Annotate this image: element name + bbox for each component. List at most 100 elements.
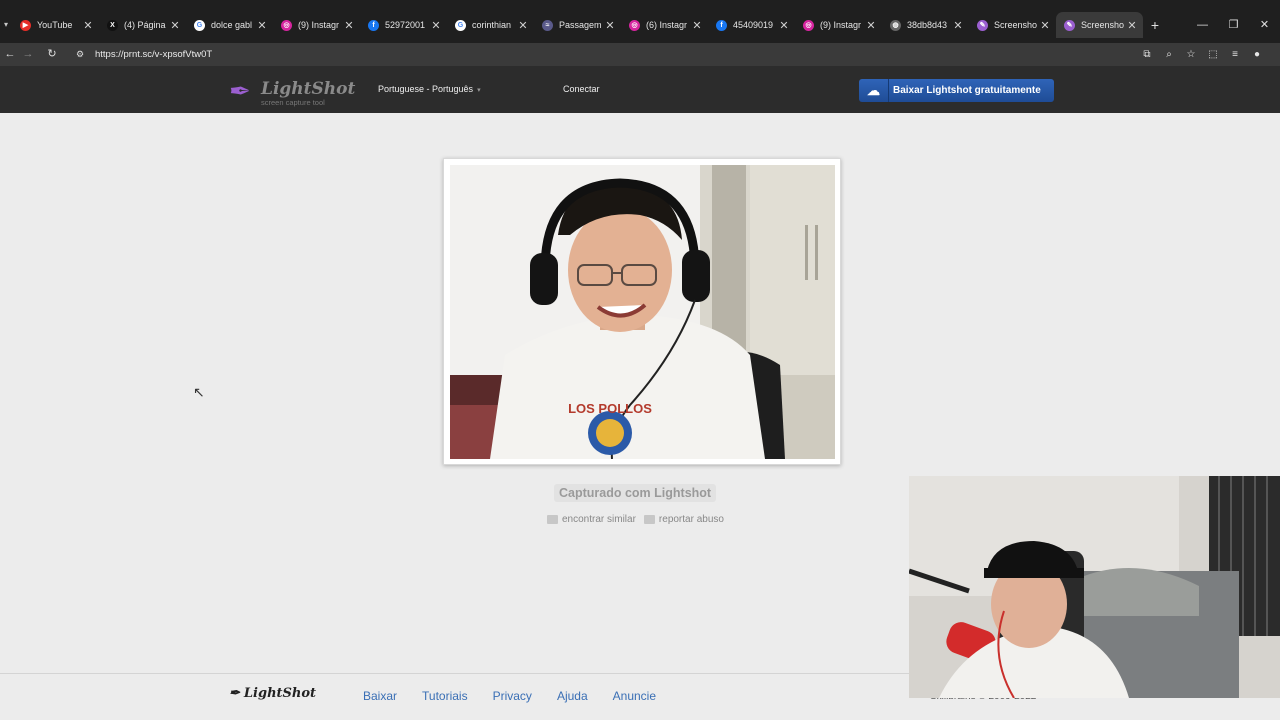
footer-logo-name: LightShot bbox=[243, 686, 317, 701]
footer-links: Baixar Tutoriais Privacy Ajuda Anuncie bbox=[363, 689, 681, 703]
lightshot-icon: ✎ bbox=[1064, 19, 1075, 31]
globe-icon: ◍ bbox=[890, 19, 901, 31]
close-tab-icon[interactable]: ✕ bbox=[690, 19, 704, 32]
tab-title: (9) Instagr bbox=[298, 20, 340, 30]
browser-tab[interactable]: ◍ 38db8d43 ✕ bbox=[882, 12, 969, 38]
close-tab-icon[interactable]: ✕ bbox=[777, 19, 791, 32]
chevron-down-icon: ▾ bbox=[477, 87, 481, 94]
download-cloud-icon: ☁ bbox=[859, 79, 889, 102]
close-tab-icon[interactable]: ✕ bbox=[342, 19, 356, 32]
browser-tab[interactable]: Gcorinthian ✕ bbox=[447, 12, 534, 38]
footer-link-anuncie[interactable]: Anuncie bbox=[613, 689, 656, 703]
instagram-icon: ◎ bbox=[803, 19, 814, 31]
x-icon: X bbox=[107, 19, 118, 31]
tab-title: 45409019 bbox=[733, 20, 774, 30]
youtube-icon: ▶ bbox=[20, 19, 31, 31]
shirt-text: LOS POLLOS bbox=[568, 401, 652, 416]
close-tab-icon[interactable]: ✕ bbox=[603, 19, 617, 32]
browser-tab[interactable]: ◎ (9) Instagr ✕ bbox=[273, 12, 360, 38]
lightshot-logo[interactable]: ✒ LightShot screen capture tool bbox=[229, 76, 355, 107]
footer-link-tutoriais[interactable]: Tutoriais bbox=[422, 689, 468, 703]
tab-title: dolce gabl bbox=[211, 20, 253, 30]
close-tab-icon[interactable]: ✕ bbox=[864, 19, 878, 32]
feather-icon: ✒ bbox=[229, 76, 251, 106]
tab-search-icon[interactable]: ▾ bbox=[0, 12, 12, 38]
capture-caption: Capturado com Lightshot bbox=[554, 484, 717, 502]
browser-tab[interactable]: ✎ Screensho ✕ bbox=[969, 12, 1056, 38]
browser-tab[interactable]: ✎ Screensho ✕ bbox=[1056, 12, 1143, 38]
browser-tab[interactable]: ◎ (6) Instagr ✕ bbox=[621, 12, 708, 38]
find-similar-label: encontrar similar bbox=[562, 514, 636, 525]
image-actions: encontrar similar reportar abuso bbox=[547, 514, 732, 525]
minimize-icon[interactable]: — bbox=[1187, 14, 1218, 36]
tab-title: (9) Instagr bbox=[820, 20, 862, 30]
download-button[interactable]: ☁ Baixar Lightshot gratuitamente bbox=[859, 79, 1054, 102]
instagram-icon: ◎ bbox=[629, 19, 640, 31]
footer-link-baixar[interactable]: Baixar bbox=[363, 689, 397, 703]
install-app-icon[interactable]: ⧉ bbox=[1136, 43, 1158, 66]
tab-title: Passagem bbox=[559, 20, 602, 30]
connect-link[interactable]: Conectar bbox=[563, 84, 600, 94]
flag-icon bbox=[643, 515, 655, 524]
facebook-icon: f bbox=[368, 19, 379, 31]
download-button-label: Baixar Lightshot gratuitamente bbox=[893, 85, 1041, 96]
close-tab-icon[interactable]: ✕ bbox=[1038, 19, 1052, 32]
browser-tab[interactable]: X (4) Página ✕ bbox=[99, 12, 186, 38]
language-label: Portuguese - Português bbox=[378, 84, 474, 94]
forward-icon[interactable]: → bbox=[18, 43, 38, 66]
screenshot-image: LOS POLLOS bbox=[450, 165, 835, 459]
image-search-icon bbox=[547, 515, 558, 524]
feather-icon: ✒ bbox=[229, 686, 240, 701]
close-tab-icon[interactable]: ✕ bbox=[516, 19, 530, 32]
footer-logo[interactable]: ✒ LightShot bbox=[229, 686, 316, 701]
browser-tab[interactable]: Gdolce gabl ✕ bbox=[186, 12, 273, 38]
close-tab-icon[interactable]: ✕ bbox=[168, 19, 182, 32]
reload-icon[interactable]: ↻ bbox=[42, 43, 62, 66]
browser-tab[interactable]: ▶ YouTube ✕ bbox=[12, 12, 99, 38]
tab-title: Screensho bbox=[994, 20, 1038, 30]
close-tab-icon[interactable]: ✕ bbox=[1125, 19, 1139, 32]
profile-icon[interactable]: ● bbox=[1246, 43, 1268, 66]
facebook-icon: f bbox=[716, 19, 727, 31]
report-abuse-link[interactable]: reportar abuso bbox=[643, 514, 724, 525]
restore-icon[interactable]: ❐ bbox=[1218, 14, 1249, 36]
new-tab-icon[interactable]: + bbox=[1143, 12, 1167, 38]
extensions-icon[interactable]: ⬚ bbox=[1202, 43, 1224, 66]
close-tab-icon[interactable]: ✕ bbox=[81, 19, 95, 32]
tab-title: (4) Página bbox=[124, 20, 166, 30]
logo-name: LightShot bbox=[261, 79, 356, 99]
mouse-cursor-icon: ↖ bbox=[193, 384, 205, 400]
zoom-icon[interactable]: ⌕ bbox=[1158, 43, 1180, 66]
address-bar[interactable]: https://prnt.sc/v-xpsofVtw0T bbox=[95, 43, 212, 66]
footer-link-privacy[interactable]: Privacy bbox=[493, 689, 532, 703]
close-window-icon[interactable]: ✕ bbox=[1249, 14, 1280, 36]
google-icon: G bbox=[194, 19, 205, 31]
bookmark-star-icon[interactable]: ☆ bbox=[1180, 43, 1202, 66]
tab-title: Screensho bbox=[1081, 20, 1125, 30]
find-similar-link[interactable]: encontrar similar bbox=[547, 514, 636, 525]
back-icon[interactable]: ← bbox=[0, 43, 20, 66]
browser-tab[interactable]: f 52972001 ✕ bbox=[360, 12, 447, 38]
close-tab-icon[interactable]: ✕ bbox=[429, 19, 443, 32]
browser-tab[interactable]: f 45409019 ✕ bbox=[708, 12, 795, 38]
footer-link-ajuda[interactable]: Ajuda bbox=[557, 689, 588, 703]
lightshot-icon: ✎ bbox=[977, 19, 988, 31]
google-icon: G bbox=[455, 19, 466, 31]
browser-tab-strip: ▾ ▶ YouTube ✕ X (4) Página ✕ Gdolce gabl ✕ ◎ (9) … bbox=[0, 0, 1280, 43]
instagram-icon: ◎ bbox=[281, 19, 292, 31]
site-info-icon[interactable]: ⚙ bbox=[76, 49, 88, 60]
browser-tab[interactable]: ◎ (9) Instagr ✕ bbox=[795, 12, 882, 38]
tab-title: YouTube bbox=[37, 20, 73, 30]
browser-tab[interactable]: ≈ Passagem ✕ bbox=[534, 12, 621, 38]
tab-list: ▾ ▶ YouTube ✕ X (4) Página ✕ Gdolce gabl ✕ ◎ (9) … bbox=[0, 12, 1167, 38]
screenshot-frame: LOS POLLOS bbox=[443, 158, 841, 465]
close-tab-icon[interactable]: ✕ bbox=[951, 19, 965, 32]
reading-list-icon[interactable]: ≡ bbox=[1224, 43, 1246, 66]
language-selector[interactable]: Portuguese - Português ▾ bbox=[378, 84, 481, 94]
window-controls: — ❐ ✕ bbox=[1187, 14, 1280, 36]
site-header: ✒ LightShot screen capture tool Portugue… bbox=[0, 66, 1280, 113]
close-tab-icon[interactable]: ✕ bbox=[255, 19, 269, 32]
webcam-overlay bbox=[909, 476, 1280, 698]
browser-toolbar: ← → ↻ ⚙ https://prnt.sc/v-xpsofVtw0T ⧉ ⌕… bbox=[0, 43, 1280, 66]
tab-title: (6) Instagr bbox=[646, 20, 688, 30]
